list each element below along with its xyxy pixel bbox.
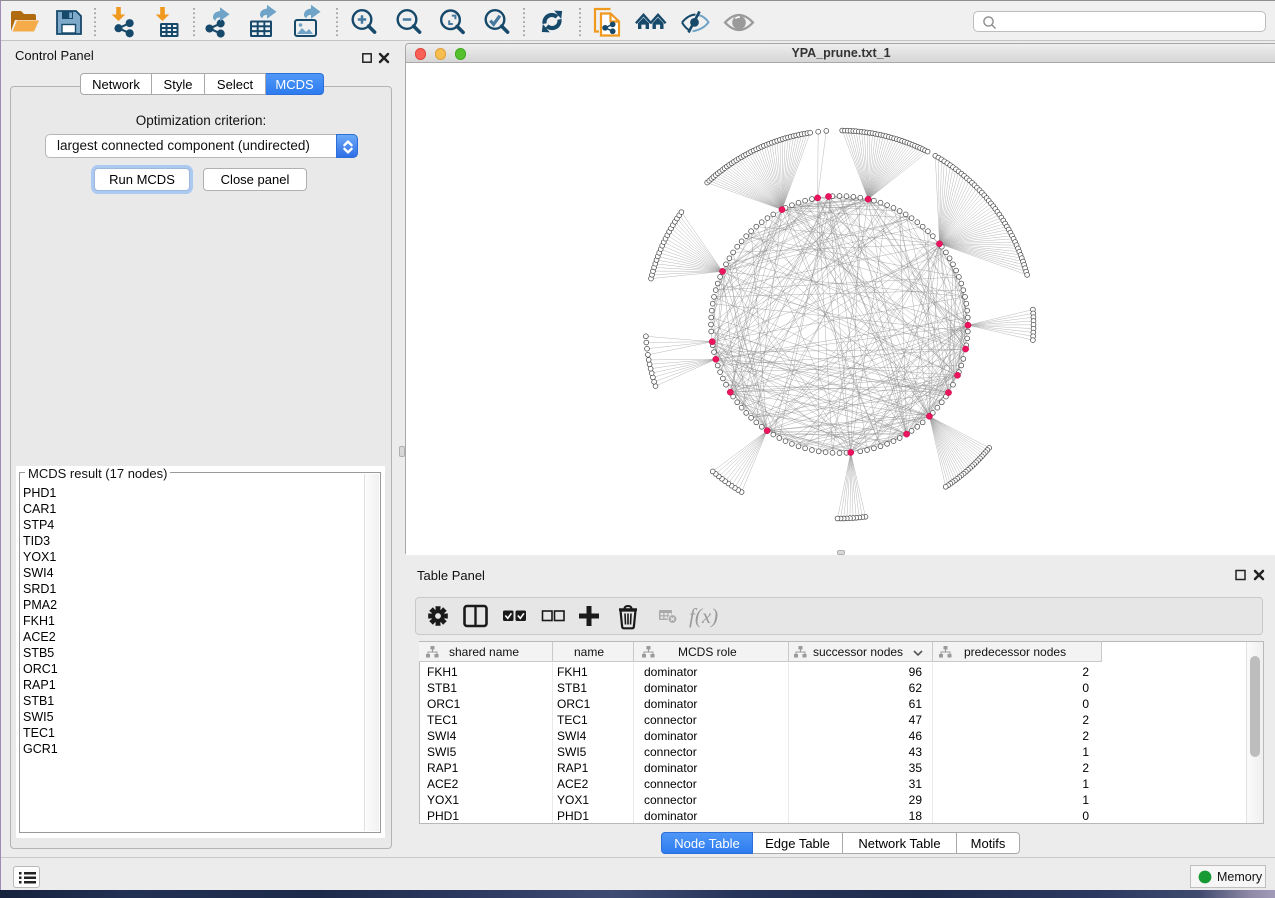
svg-text:f(x): f(x)	[689, 604, 718, 628]
